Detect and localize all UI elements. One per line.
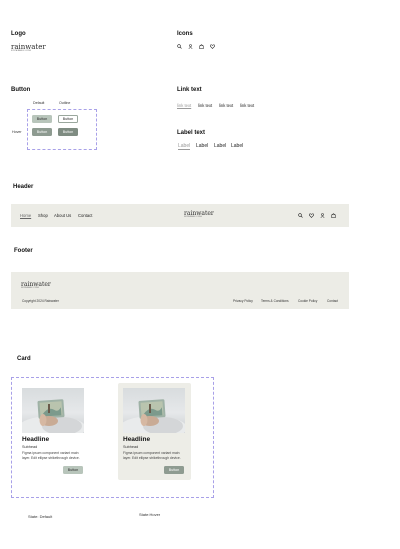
bag-icon[interactable]	[199, 44, 204, 49]
label[interactable]: Label	[231, 143, 243, 149]
heart-icon[interactable]	[309, 213, 314, 218]
link-text[interactable]: link text	[240, 103, 254, 108]
card-headline: Headline	[22, 436, 50, 443]
label-active[interactable]: Label	[178, 143, 191, 150]
button-default[interactable]: Button	[32, 115, 52, 123]
card-subhead: Subhead	[22, 445, 38, 449]
link-text[interactable]: link text	[198, 103, 212, 108]
button-outline-hover[interactable]: Button	[58, 128, 78, 136]
bag-icon[interactable]	[331, 213, 336, 218]
button-column-default: Default	[33, 101, 45, 105]
footer-link-privacy[interactable]: Privacy Policy	[233, 299, 253, 303]
logo: rainwater SUSTAINABLE LIVING	[11, 43, 46, 53]
search-icon[interactable]	[298, 213, 303, 218]
link-text[interactable]: link text	[219, 103, 233, 108]
logo-wordmark: rainwater	[11, 43, 46, 51]
footer-bar: rainwater SUSTAINABLE LIVING Copyright 2…	[11, 272, 349, 309]
card-image	[123, 388, 185, 433]
section-title-button: Button	[11, 87, 31, 93]
section-title-header: Header	[13, 184, 34, 190]
user-icon[interactable]	[320, 213, 325, 218]
nav-home[interactable]: Home	[20, 213, 31, 218]
button-row-hover: Hover	[12, 130, 22, 134]
label[interactable]: Label	[214, 143, 226, 149]
search-icon[interactable]	[177, 44, 182, 49]
footer-logo-tagline: SUSTAINABLE LIVING	[21, 288, 40, 289]
footer-link-contact[interactable]: Contact	[327, 299, 338, 303]
section-title-card: Card	[17, 356, 31, 362]
nav-about-us[interactable]: About Us	[54, 213, 71, 218]
footer-logo[interactable]: rainwater SUSTAINABLE LIVING	[21, 282, 51, 290]
header-bar: Home Shop About Us Contact rainwater SUS…	[11, 204, 349, 227]
section-title-icons: Icons	[177, 31, 193, 37]
button-default-hover[interactable]: Button	[32, 128, 52, 136]
card-headline: Headline	[123, 436, 151, 443]
nav-shop[interactable]: Shop	[38, 213, 48, 218]
card-hover[interactable]: Headline Subhead Figma ipsum component v…	[118, 383, 191, 480]
card-body-line: layer. Edit ellipse strikethrough device…	[123, 456, 181, 461]
card-button[interactable]: Button	[63, 466, 83, 474]
link-text-visited[interactable]: link text	[177, 103, 191, 108]
card-default[interactable]: Headline Subhead Figma ipsum component v…	[17, 383, 90, 480]
button-outline[interactable]: Button	[58, 115, 78, 123]
footer-link-terms[interactable]: Terms & Conditions	[261, 299, 289, 303]
header-logo-tagline: SUSTAINABLE LIVING	[184, 217, 203, 218]
nav-contact[interactable]: Contact	[78, 213, 92, 218]
header-logo[interactable]: rainwater SUSTAINABLE LIVING	[184, 211, 214, 219]
section-title-link-text: Link text	[177, 87, 202, 93]
card-body: Figma ipsum component variant main layer…	[22, 451, 88, 461]
card-image	[22, 388, 84, 433]
state-label-default: State: Default	[28, 514, 53, 519]
card-body-line: layer. Edit ellipse strikethrough device…	[22, 456, 80, 461]
card-button[interactable]: Button	[164, 466, 184, 474]
section-title-logo: Logo	[11, 31, 26, 37]
label[interactable]: Label	[196, 143, 208, 149]
button-column-outline: Outline	[59, 101, 71, 105]
section-title-label-text: Label text	[177, 130, 206, 136]
footer-copyright: Copyright 2024 Rainwater	[22, 299, 59, 303]
card-body: Figma ipsum component variant main layer…	[123, 451, 189, 461]
card-subhead: Subhead	[123, 445, 139, 449]
footer-link-cookie[interactable]: Cookie Policy	[298, 299, 317, 303]
heart-icon[interactable]	[210, 44, 215, 49]
logo-tagline: SUSTAINABLE LIVING	[11, 51, 32, 52]
section-title-footer: Footer	[14, 248, 33, 254]
state-label-hover: State:Hover	[139, 512, 161, 517]
user-icon[interactable]	[188, 44, 193, 49]
